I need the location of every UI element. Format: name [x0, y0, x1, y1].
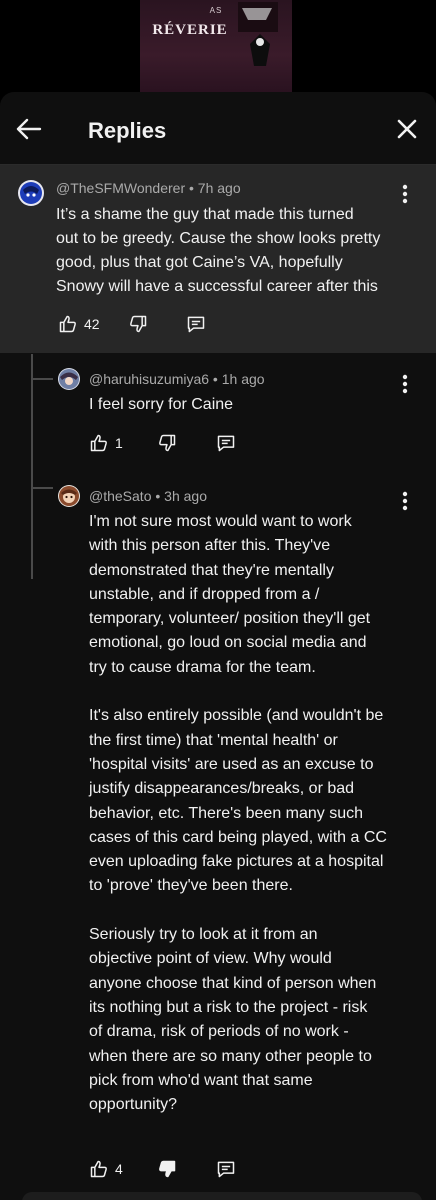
like-count: 42: [84, 316, 100, 332]
comment-line: behavior, etc. There's been many such: [89, 804, 364, 822]
comment-line: It’s a shame the guy that made this turn…: [56, 206, 354, 223]
comment-meta: @theSato • 3h ago: [89, 488, 207, 504]
comment-line: [89, 680, 419, 704]
close-button[interactable]: [388, 110, 426, 148]
comment-line: try to cause drama for the team.: [89, 658, 316, 676]
comment-line: even uploading fake pictures at a hospit…: [89, 853, 384, 871]
comment-line: I'm not sure most would want to work: [89, 513, 352, 530]
comment-author[interactable]: @haruhisuzumiya6: [89, 371, 209, 387]
thumb-up-icon: [90, 1160, 107, 1178]
dislike-button[interactable]: [128, 314, 148, 334]
comment-line: emotional, go loud on social media and: [89, 634, 367, 652]
comment-meta: @TheSFMWonderer • 7h ago: [56, 180, 241, 196]
comment-line: Seriously try to look at it from an: [89, 926, 318, 944]
more-vert-icon: [402, 491, 408, 511]
thumb-down-icon: [159, 1160, 176, 1178]
reply-input-bar[interactable]: [22, 1192, 422, 1200]
comment-line: justify disappearances/breaks, or bad: [89, 780, 355, 798]
thumb-up-icon: [59, 315, 76, 333]
thumb-down-icon: [130, 315, 147, 333]
comment-line: I feel sorry for Caine: [89, 396, 234, 413]
comment-line: pick from who'd want that same: [89, 1071, 313, 1089]
replies-sheet: Replies @TheSFMWonderer • 7h ago It’s a …: [0, 92, 436, 1200]
comment-line: cases of this card being played, with a …: [89, 828, 387, 846]
dislike-button[interactable]: [157, 433, 177, 453]
more-options-button[interactable]: [394, 370, 416, 398]
like-button[interactable]: 42: [58, 314, 100, 334]
comment-time: 7h ago: [197, 180, 241, 196]
reply-button[interactable]: [216, 433, 236, 453]
comment-line: [89, 899, 419, 923]
comment-text: It’s a shame the guy that made this turn…: [56, 203, 416, 299]
reply-icon: [217, 1161, 235, 1178]
avatar[interactable]: [18, 180, 44, 206]
comment-line: It's also entirely possible (and wouldn'…: [89, 707, 384, 725]
video-player-peek[interactable]: AS RÉVERIE: [0, 0, 436, 92]
like-button[interactable]: 1: [89, 433, 123, 453]
comment-author[interactable]: @TheSFMWonderer: [56, 180, 185, 196]
avatar[interactable]: [58, 485, 80, 507]
comment-line: 'hospital visits' are used as an excuse …: [89, 755, 374, 773]
like-count: 1: [115, 435, 123, 451]
avatar[interactable]: [58, 368, 80, 390]
comment-line: its nothing but a risk to the project - …: [89, 998, 368, 1016]
comment-line: the first time) that 'mental health' or: [89, 731, 338, 749]
avatar-image: [58, 485, 80, 507]
back-button[interactable]: [10, 110, 48, 148]
comment-line: with this person after this. They've: [89, 537, 331, 555]
thumb-down-icon: [159, 434, 176, 452]
comment-text: I'm not sure most would want to work wit…: [89, 510, 419, 1117]
reply-icon: [187, 316, 205, 333]
more-vert-icon: [402, 374, 408, 394]
comment-line: objective point of view. Why would: [89, 950, 332, 968]
comment-author[interactable]: @theSato: [89, 488, 151, 504]
comment-line: opportunity?: [89, 1096, 178, 1114]
comment-line: good, plus that got Caine’s VA, hopefull…: [56, 254, 343, 271]
avatar-image: [18, 180, 44, 206]
like-count: 4: [115, 1161, 123, 1177]
thumb-up-icon: [90, 434, 107, 452]
thread-branch: [31, 378, 53, 380]
comment-line: out to be greedy. Cause the show looks p…: [56, 230, 381, 247]
thread-branch: [31, 487, 53, 489]
sheet-header: Replies: [0, 92, 436, 164]
comment-time: 1h ago: [221, 371, 265, 387]
comment-text: I feel sorry for Caine: [89, 393, 409, 417]
thumbnail-figure-icon: [238, 2, 278, 66]
thumbnail-title: RÉVERIE: [152, 22, 228, 38]
avatar-image: [58, 368, 80, 390]
comment-line: unstable, and if dropped from a /: [89, 585, 320, 603]
close-icon: [397, 119, 417, 139]
reply-button[interactable]: [216, 1159, 236, 1179]
thread-line: [31, 354, 33, 579]
comment-line: demonstrated that they're mentally: [89, 561, 334, 579]
more-options-button[interactable]: [394, 487, 416, 515]
reply-icon: [217, 435, 235, 452]
page-title: Replies: [88, 118, 167, 143]
dislike-button[interactable]: [157, 1159, 177, 1179]
back-arrow-icon: [16, 118, 42, 140]
comment-line: of drama, risk of periods of no work -: [89, 1023, 349, 1041]
reply-button[interactable]: [186, 314, 206, 334]
video-thumbnail[interactable]: AS RÉVERIE: [140, 0, 292, 92]
comment-time: 3h ago: [164, 488, 207, 504]
comment-line: temporary, volunteer/ position they'll g…: [89, 610, 371, 628]
comment-meta: @haruhisuzumiya6 • 1h ago: [89, 371, 265, 387]
comment-line: to 'prove' they've been there.: [89, 877, 293, 895]
more-vert-icon: [402, 184, 408, 204]
comment-line: anyone choose that kind of person when: [89, 974, 377, 992]
comment-line: Snowy will have a successful career afte…: [56, 278, 378, 295]
comment-line: when there are so many other people to: [89, 1047, 372, 1065]
like-button[interactable]: 4: [89, 1159, 123, 1179]
more-options-button[interactable]: [394, 180, 416, 208]
